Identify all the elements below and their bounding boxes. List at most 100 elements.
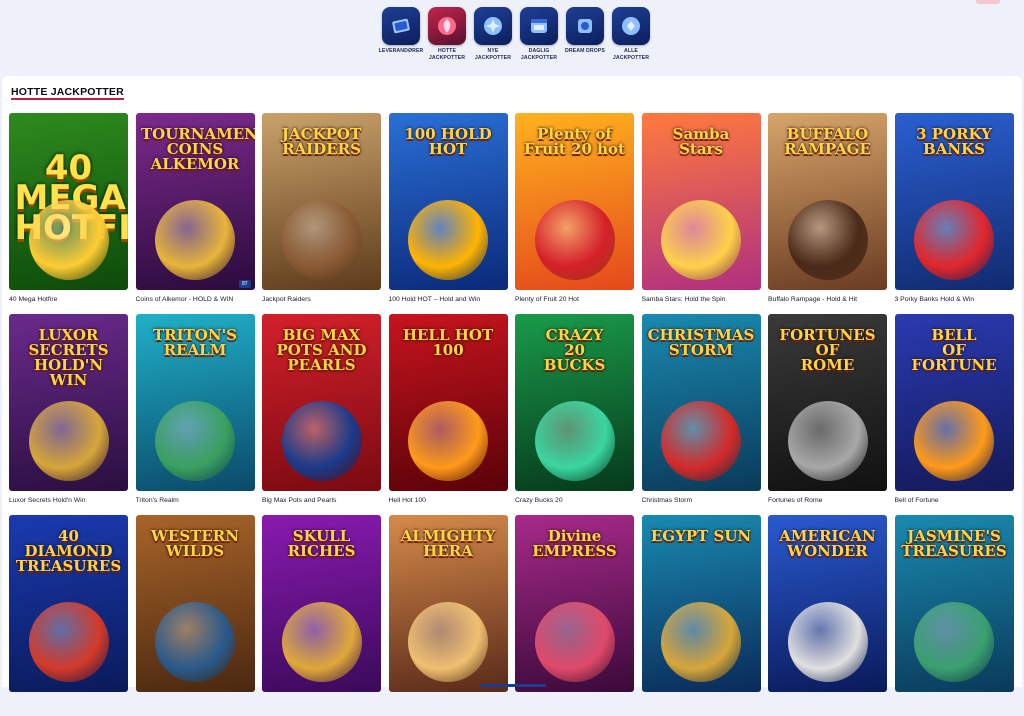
- game-art-emblem: [28, 401, 109, 481]
- game-name: 3 Porky Banks Hold & Win: [894, 296, 975, 303]
- game-art-emblem: [155, 602, 235, 682]
- game-name: Crazy Bucks 20: [515, 497, 563, 504]
- game-art-title: CRAZY 20 BUCKS: [543, 326, 606, 374]
- game-card[interactable]: JASMINE'S TREASURES: [894, 515, 1014, 716]
- game-name: Samba Stars: Hold the Spin: [641, 296, 726, 303]
- game-card[interactable]: AMERICAN WONDER: [768, 515, 887, 716]
- game-card[interactable]: TOURNAMENT COINS ALKEMOR 87 Coins of Alkem…: [135, 113, 255, 314]
- game-card[interactable]: 40 MEGA HOTFIRE 40 Mega Hotfire: [9, 113, 128, 314]
- game-thumbnail[interactable]: Plenty of Fruit 20 hot: [515, 113, 634, 290]
- game-card[interactable]: CHRISTMAS STORM Christmas Storm: [641, 314, 761, 515]
- game-thumbnail[interactable]: 40 MEGA HOTFIRE: [9, 113, 128, 290]
- game-art-title: 40 DIAMOND TREASURES: [15, 527, 122, 575]
- game-name: Christmas Storm: [641, 497, 693, 504]
- game-card[interactable]: SKULL RICHES: [262, 515, 381, 716]
- game-card[interactable]: Plenty of Fruit 20 hot Plenty of Fruit 20…: [515, 113, 634, 314]
- top-bar: LEVERANDØRER HOTTE JACKPOTTER NYE JACKPOTT…: [0, 0, 1024, 76]
- game-art-emblem: [661, 602, 741, 682]
- game-card[interactable]: LUXOR SECRETS HOLD'N WIN Luxor Secrets Ho…: [9, 314, 128, 515]
- game-thumbnail[interactable]: 3 PORKY BANKS: [894, 113, 1014, 290]
- game-art-title: 3 PORKY BANKS: [916, 125, 992, 158]
- category-label: ALLE JACKPOTTER: [612, 48, 650, 61]
- section-title: HOTTE JACKPOTTER: [11, 86, 124, 100]
- game-art-title: Samba Stars: [672, 125, 730, 158]
- game-thumbnail[interactable]: TOURNAMENT COINS ALKEMOR 87: [135, 113, 255, 290]
- game-card[interactable]: 3 PORKY BANKS 3 Porky Banks Hold & Win: [894, 113, 1014, 314]
- game-thumbnail[interactable]: TRITON'S REALM: [135, 314, 255, 491]
- game-thumbnail[interactable]: WESTERN WILDS: [135, 515, 255, 692]
- category-1[interactable]: HOTTE JACKPOTTER: [424, 7, 470, 62]
- game-art-emblem: [408, 401, 488, 481]
- category-0[interactable]: LEVERANDØRER: [378, 7, 424, 62]
- game-card[interactable]: BIG MAX POTS AND PEARLS Big Max Pots and …: [262, 314, 381, 515]
- sparkle-icon: [474, 7, 512, 45]
- game-art-emblem: [914, 401, 994, 481]
- game-art-emblem: [534, 401, 615, 481]
- game-card[interactable]: BUFFALO RAMPAGE Buffalo Rampage - Hold & …: [768, 113, 887, 314]
- game-card[interactable]: BELL OF FORTUNE Bell of Fortune: [894, 314, 1014, 515]
- game-card[interactable]: TRITON'S REALM Triton's Realm: [135, 314, 255, 515]
- category-5[interactable]: ALLE JACKPOTTER: [608, 7, 654, 62]
- game-card[interactable]: FORTUNES OF ROME Fortunes of Rome: [768, 314, 887, 515]
- game-card[interactable]: 40 DIAMOND TREASURES: [9, 515, 128, 716]
- game-thumbnail[interactable]: JASMINE'S TREASURES: [894, 515, 1014, 692]
- category-3[interactable]: DAGLIG JACKPOTTER: [516, 7, 562, 62]
- game-art-title: EGYPT SUN: [650, 527, 752, 545]
- game-thumbnail[interactable]: HELL HOT 100: [388, 314, 508, 491]
- game-thumbnail[interactable]: CHRISTMAS STORM: [641, 314, 761, 491]
- game-thumbnail[interactable]: Samba Stars: [641, 113, 761, 290]
- game-art-emblem: [281, 602, 362, 682]
- game-name: 100 Hold HOT – Hold and Win: [388, 296, 481, 303]
- game-art-emblem: [155, 401, 235, 481]
- player-count-badge: 87: [238, 280, 251, 288]
- game-thumbnail[interactable]: ALMIGHTY HERA: [388, 515, 508, 692]
- game-art-title: BELL OF FORTUNE: [911, 326, 997, 374]
- game-card[interactable]: CRAZY 20 BUCKS Crazy Bucks 20: [515, 314, 634, 515]
- game-thumbnail[interactable]: BIG MAX POTS AND PEARLS: [262, 314, 381, 491]
- game-thumbnail[interactable]: JACKPOT RAIDERS: [262, 113, 381, 290]
- calendar-icon: [520, 7, 558, 45]
- game-card[interactable]: HELL HOT 100 Hell Hot 100: [388, 314, 508, 515]
- game-art-title: ALMIGHTY HERA: [400, 527, 496, 560]
- game-art-emblem: [914, 602, 994, 682]
- game-thumbnail[interactable]: AMERICAN WONDER: [768, 515, 887, 692]
- game-art-emblem: [28, 200, 109, 280]
- game-name: Triton's Realm: [135, 497, 179, 504]
- game-name: Buffalo Rampage - Hold & Hit: [768, 296, 858, 303]
- category-label: HOTTE JACKPOTTER: [428, 48, 466, 61]
- category-4[interactable]: DREAM DROPS: [562, 7, 608, 62]
- game-art-emblem: [281, 401, 362, 481]
- game-thumbnail[interactable]: CRAZY 20 BUCKS: [515, 314, 634, 491]
- game-art-title: HELL HOT 100: [402, 326, 494, 359]
- game-card[interactable]: WESTERN WILDS: [135, 515, 255, 716]
- game-thumbnail[interactable]: BELL OF FORTUNE: [894, 314, 1014, 491]
- game-art-title: AMERICAN WONDER: [779, 527, 876, 560]
- game-art-title: 100 HOLD HOT: [404, 125, 492, 158]
- game-card[interactable]: Samba Stars Samba Stars: Hold the Spin: [641, 113, 761, 314]
- game-art-emblem: [914, 200, 994, 280]
- game-art-title: WESTERN WILDS: [151, 527, 239, 560]
- grid-icon: [612, 7, 650, 45]
- game-art-title: BIG MAX POTS AND PEARLS: [276, 326, 367, 374]
- game-thumbnail[interactable]: FORTUNES OF ROME: [768, 314, 887, 491]
- game-thumbnail[interactable]: EGYPT SUN: [641, 515, 761, 692]
- game-art-title: TOURNAMENT COINS ALKEMOR: [141, 125, 255, 173]
- game-art-emblem: [661, 401, 741, 481]
- game-thumbnail[interactable]: 100 HOLD HOT: [388, 113, 508, 290]
- game-thumbnail[interactable]: Divine EMPRESS: [515, 515, 634, 692]
- game-art-emblem: [534, 200, 615, 280]
- game-grid: 40 MEGA HOTFIRE 40 Mega Hotfire TOURNAMENT…: [9, 113, 1014, 716]
- category-2[interactable]: NYE JACKPOTTER: [470, 7, 516, 62]
- category-label: DREAM DROPS: [564, 48, 605, 54]
- game-card[interactable]: EGYPT SUN: [641, 515, 761, 716]
- game-card[interactable]: 100 HOLD HOT 100 Hold HOT – Hold and Win: [388, 113, 508, 314]
- game-name: Hell Hot 100: [388, 497, 426, 504]
- game-thumbnail[interactable]: SKULL RICHES: [262, 515, 381, 692]
- game-art-title: Plenty of Fruit 20 hot: [524, 125, 625, 158]
- game-thumbnail[interactable]: LUXOR SECRETS HOLD'N WIN: [9, 314, 128, 491]
- game-thumbnail[interactable]: BUFFALO RAMPAGE: [768, 113, 887, 290]
- game-art-title: FORTUNES OF ROME: [779, 326, 876, 374]
- game-card[interactable]: JACKPOT RAIDERS Jackpot Raiders: [262, 113, 381, 314]
- game-thumbnail[interactable]: 40 DIAMOND TREASURES: [9, 515, 128, 692]
- providers-icon: [382, 7, 420, 45]
